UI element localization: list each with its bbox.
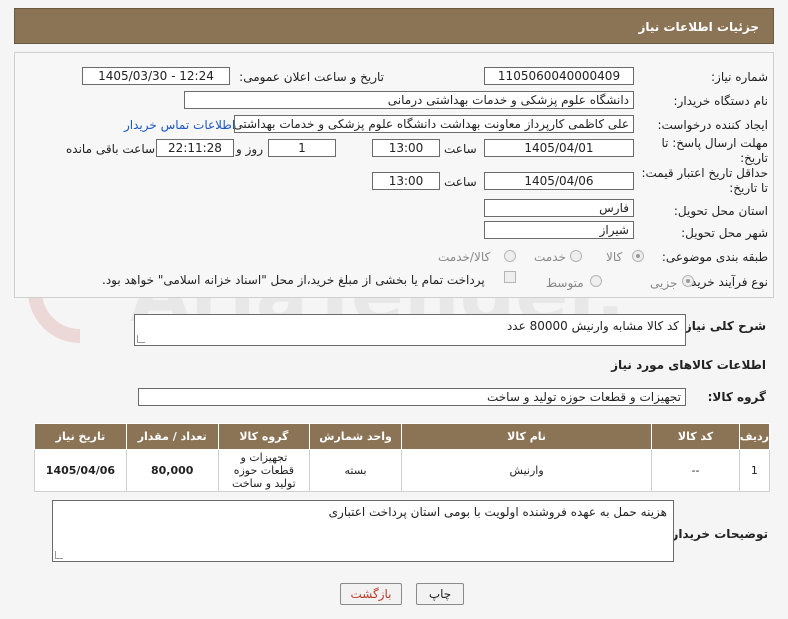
purchase-option-medium: متوسط (546, 276, 584, 290)
province-field: فارس (484, 199, 634, 217)
category-option-goods: کالا (606, 250, 623, 264)
category-label: طبقه بندی موضوعی: (661, 250, 768, 264)
price-validity-label: حداقل تاریخ اعتبار قیمت: (641, 166, 768, 180)
buyer-notes-text: هزینه حمل به عهده فروشنده اولویت با بومی… (328, 505, 667, 519)
page-header: جزئیات اطلاعات نیاز (14, 8, 774, 44)
requester-field: علی کاظمی کارپرداز معاونت بهداشت دانشگاه… (234, 115, 634, 133)
reply-days-field: 1 (268, 139, 336, 157)
buyer-org-field: دانشگاه علوم پزشکی و خدمات بهداشتی درمان… (184, 91, 634, 109)
reply-deadline-label-2: تاریخ: (740, 151, 768, 165)
purchase-radio-medium[interactable] (590, 275, 602, 287)
col-goods-group: گروه کالا (217, 423, 311, 450)
col-goods-name: نام کالا (400, 423, 653, 450)
province-label: استان محل تحویل: (673, 204, 768, 218)
treasury-payment-checkbox[interactable] (504, 271, 516, 283)
category-radio-goods[interactable] (632, 250, 644, 262)
reply-deadline-time-field: 13:00 (372, 139, 440, 157)
buyer-contact-link[interactable]: اطلاعات تماس خریدار (124, 118, 235, 132)
cell-unit: بسته (309, 449, 402, 492)
goods-table: ردیف کد کالا نام کالا واحد شمارش گروه کا… (34, 423, 771, 492)
buyer-notes-textarea[interactable]: هزینه حمل به عهده فروشنده اولویت با بومی… (52, 500, 674, 562)
reply-days-label: روز و (236, 142, 263, 156)
announce-datetime-field: 1405/03/30 - 12:24 (82, 67, 230, 85)
price-validity-time-field: 13:00 (372, 172, 440, 190)
category-radio-goods-service[interactable] (504, 250, 516, 262)
goods-group-field: تجهیزات و قطعات حوزه تولید و ساخت (138, 388, 686, 406)
goods-group-label: گروه کالا: (707, 390, 766, 404)
col-row-number: ردیف (738, 423, 771, 450)
goods-table-header-row: ردیف کد کالا نام کالا واحد شمارش گروه کا… (34, 423, 771, 450)
reply-deadline-time-label: ساعت (444, 142, 477, 156)
reply-deadline-label: مهلت ارسال پاسخ: تا (661, 136, 768, 150)
reply-deadline-date-field: 1405/04/01 (484, 139, 634, 157)
cell-quantity: 80,000 (125, 449, 219, 492)
description-textarea[interactable]: کد کالا مشابه وارنیش 80000 عدد (134, 314, 686, 346)
col-goods-code: کد کالا (651, 423, 740, 450)
city-label: شهر محل تحویل: (681, 226, 768, 240)
price-validity-time-label: ساعت (444, 175, 477, 189)
requester-label: ایجاد کننده درخواست: (657, 118, 768, 132)
city-field: شیراز (484, 221, 634, 239)
remaining-time-field: 22:11:28 (156, 139, 234, 157)
purchase-type-label: نوع فرآیند خرید : (683, 275, 768, 289)
cell-need-date: 1405/04/06 (34, 449, 127, 492)
cell-row-number: 1 (738, 449, 771, 492)
remaining-time-label: ساعت باقی مانده (66, 142, 156, 156)
page-title: جزئیات اطلاعات نیاز (638, 20, 759, 34)
need-number-label: شماره نیاز: (711, 70, 768, 84)
col-unit: واحد شمارش (309, 423, 402, 450)
resize-grip-icon[interactable] (137, 335, 145, 343)
col-need-date: تاریخ نیاز (34, 423, 127, 450)
description-text: کد کالا مشابه وارنیش 80000 عدد (506, 319, 679, 333)
purchase-radio-minor[interactable] (682, 275, 694, 287)
buyer-org-label: نام دستگاه خریدار: (673, 94, 769, 108)
resize-grip-icon[interactable] (55, 551, 63, 559)
price-validity-date-field: 1405/04/06 (484, 172, 634, 190)
description-label: شرح کلی نیاز: (680, 319, 766, 333)
buyer-notes-label: توضیحات خریدار: (666, 527, 768, 541)
cell-goods-group: تجهیزات و قطعات حوزه تولید و ساخت (217, 449, 311, 492)
purchase-option-minor: جزیی (650, 276, 678, 290)
print-button[interactable]: چاپ (416, 583, 464, 605)
treasury-payment-note: پرداخت تمام یا بخشی از مبلغ خرید،از محل … (102, 273, 485, 287)
goods-info-title: اطلاعات کالاهای مورد نیاز (611, 358, 766, 372)
need-number-field: 1105060040000409 (484, 67, 634, 85)
category-option-goods-service: کالا/خدمت (438, 250, 491, 264)
price-validity-label-2: تا تاریخ: (729, 181, 768, 195)
table-row: 1 -- وارنیش بسته تجهیزات و قطعات حوزه تو… (34, 449, 771, 492)
announce-datetime-label: تاریخ و ساعت اعلان عمومی: (239, 70, 384, 84)
back-button[interactable]: بازگشت (340, 583, 402, 605)
cell-goods-code: -- (651, 449, 740, 492)
category-option-service: خدمت (534, 250, 566, 264)
cell-goods-name: وارنیش (400, 449, 653, 492)
category-radio-service[interactable] (570, 250, 582, 262)
col-quantity: تعداد / مقدار (125, 423, 219, 450)
